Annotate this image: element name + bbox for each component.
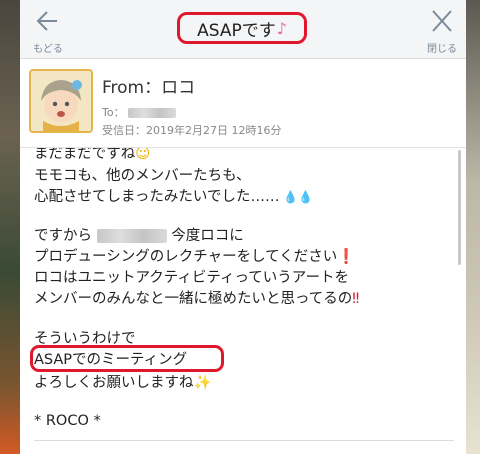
- sparkle-icon: ✨: [193, 375, 212, 391]
- background-left: [0, 0, 22, 454]
- close-button[interactable]: 閉じる: [422, 8, 462, 55]
- body-line: まだまだですね☺: [34, 148, 151, 162]
- divider: [34, 440, 454, 441]
- double-exclamation-icon: ‼: [352, 291, 360, 307]
- signature: * ROCO *: [34, 413, 101, 429]
- droplet-icon: 💧💧: [279, 190, 314, 204]
- body-line: よろしくお願いしますね✨: [34, 375, 212, 391]
- recipient-row: To：: [102, 104, 177, 120]
- body-line: ですから 今度ロコに: [34, 228, 244, 244]
- body-line: 心配させてしまったみたいでした…… 💧💧: [34, 189, 314, 205]
- background-right: [464, 0, 480, 454]
- scrollbar[interactable]: [458, 150, 461, 265]
- body-line: メンバーのみんなと一緒に極めたいと思ってるの‼: [34, 291, 360, 307]
- title-highlight: ASAPです ♪: [177, 12, 307, 44]
- close-label: 閉じる: [427, 44, 457, 55]
- page-title: ASAPです: [197, 20, 276, 41]
- mail-header: From：ロコ To： 受信日：2019年2月27日 12時16分: [20, 59, 466, 148]
- mail-body: まだまだですね☺ モモコも、他のメンバーたちも、 心配させてしまったみたいでした…: [20, 148, 466, 454]
- top-bar: もどる ASAPです ♪ 閉じる: [20, 0, 466, 59]
- exclamation-icon: ❗: [337, 249, 356, 265]
- received-date: 受信日：2019年2月27日 12時16分: [102, 124, 282, 137]
- body-line: プロデューシングのレクチャーをしてください❗: [34, 249, 356, 265]
- back-label: もどる: [33, 44, 63, 55]
- close-icon: [432, 10, 452, 32]
- arrow-left-icon: [36, 11, 57, 31]
- avatar: [29, 69, 93, 133]
- smile-emoji-icon: ☺: [135, 148, 151, 162]
- body-line: モモコも、他のメンバーたちも、: [34, 168, 251, 184]
- sender-name: From：ロコ: [102, 78, 196, 98]
- to-label: To：: [102, 106, 125, 119]
- music-note-icon: ♪: [276, 18, 287, 38]
- redacted-recipient: [128, 108, 177, 118]
- avatar-image: [31, 71, 91, 131]
- mail-panel: もどる ASAPです ♪ 閉じる From：ロコ To： 受信日：2019年2月…: [20, 0, 466, 454]
- asap-highlight: [30, 345, 224, 372]
- back-button[interactable]: もどる: [28, 8, 68, 55]
- body-line: ロコはユニットアクティビティっていうアートを: [34, 270, 349, 286]
- redacted-name: [96, 229, 167, 243]
